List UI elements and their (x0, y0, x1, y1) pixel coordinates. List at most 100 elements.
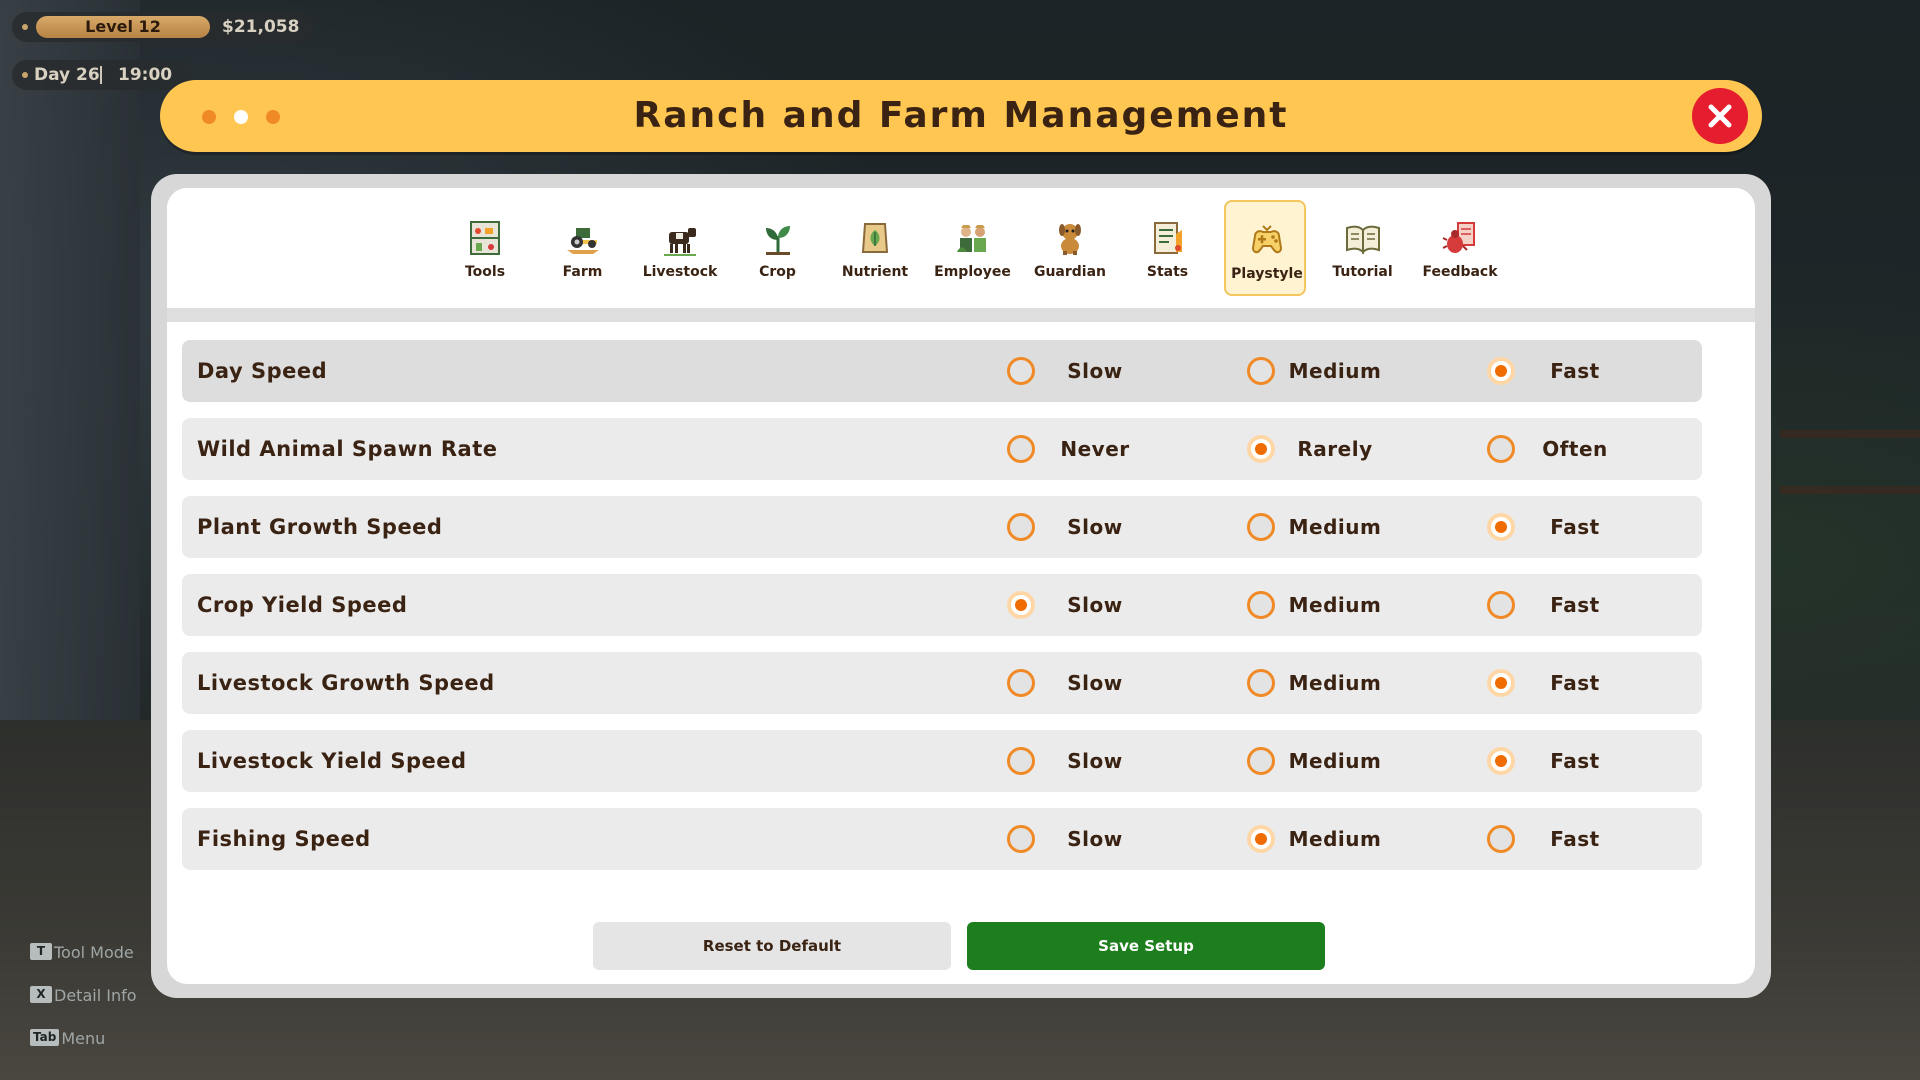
tab-tools[interactable]: Tools (444, 200, 526, 296)
option-label: Medium (1288, 359, 1382, 383)
hint-tool-mode: T Tool Mode (30, 942, 134, 964)
option-label: Fast (1550, 593, 1600, 617)
radio-unselected[interactable] (1007, 747, 1035, 775)
option-label: Often (1542, 437, 1608, 461)
tab-nutrient[interactable]: Nutrient (834, 200, 916, 296)
radio-unselected[interactable] (1247, 669, 1275, 697)
radio-unselected[interactable] (1247, 591, 1275, 619)
hud-dot (22, 24, 28, 30)
tab-employee[interactable]: Employee (932, 200, 1014, 296)
option-label: Fast (1550, 359, 1600, 383)
option-label: Medium (1288, 827, 1382, 851)
option-label: Slow (1067, 749, 1123, 773)
radio-selected[interactable] (1487, 513, 1515, 541)
option-label: Rarely (1297, 437, 1373, 461)
option-label: Medium (1288, 749, 1382, 773)
radio-unselected[interactable] (1487, 825, 1515, 853)
farmers-icon (956, 225, 986, 252)
hint-label: Tool Mode (54, 943, 134, 962)
option-label: Slow (1067, 593, 1123, 617)
book-icon (1345, 225, 1380, 255)
tab-crop[interactable]: Crop (737, 200, 819, 296)
setting-label: Livestock Growth Speed (197, 671, 495, 695)
option-label: Slow (1067, 515, 1123, 539)
setting-row: Fishing Speed Slow Medium Fast (182, 808, 1702, 870)
tab-label: Guardian (1033, 264, 1107, 280)
tab-livestock[interactable]: Livestock (639, 200, 721, 296)
tab-feedback[interactable]: Feedback (1419, 200, 1501, 296)
settings-panel: Tools Farm Livestock Crop Nutrient Employee Gu… (151, 174, 1771, 998)
category-tabs: Tools Farm Livestock Crop Nutrient Employee Gu… (167, 188, 1755, 308)
option-label: Never (1060, 437, 1130, 461)
tab-label: Nutrient (841, 264, 909, 280)
fertilizer-bag-icon (861, 223, 889, 253)
money-display: $21,058 (222, 17, 300, 37)
close-icon (1708, 104, 1732, 128)
divider (100, 66, 102, 84)
tractor-icon (566, 228, 599, 254)
reset-to-default-button[interactable]: Reset to Default (593, 922, 951, 970)
key-cap: Tab (30, 1029, 60, 1046)
hint-menu: Tab Menu (30, 1028, 105, 1050)
tab-label: Livestock (642, 264, 718, 280)
setting-label: Wild Animal Spawn Rate (197, 437, 498, 461)
option-label: Medium (1288, 593, 1382, 617)
setting-row: Plant Growth Speed Slow Medium Fast (182, 496, 1702, 558)
tab-stats[interactable]: Stats (1127, 200, 1209, 296)
radio-unselected[interactable] (1247, 747, 1275, 775)
radio-unselected[interactable] (1247, 357, 1275, 385)
radio-selected[interactable] (1487, 669, 1515, 697)
radio-unselected[interactable] (1007, 357, 1035, 385)
option-label: Medium (1288, 515, 1382, 539)
radio-unselected[interactable] (1487, 591, 1515, 619)
barn-wall (0, 0, 140, 760)
bug-report-icon (1442, 222, 1475, 253)
tab-label: Playstyle (1231, 266, 1303, 282)
key-cap: T (30, 943, 52, 960)
radio-unselected[interactable] (1007, 669, 1035, 697)
tools-shelf-icon (470, 221, 500, 255)
radio-selected[interactable] (1247, 825, 1275, 853)
radio-unselected[interactable] (1007, 513, 1035, 541)
sprout-icon (765, 226, 790, 255)
tab-label: Tutorial (1332, 264, 1393, 280)
tab-label: Employee (934, 264, 1011, 280)
hint-detail-info: X Detail Info (30, 985, 137, 1007)
tab-label: Farm (562, 264, 603, 280)
tab-farm[interactable]: Farm (542, 200, 624, 296)
tab-label: Crop (759, 264, 796, 280)
gamepad-icon (1251, 225, 1283, 254)
window-title-bar: Ranch and Farm Management (160, 80, 1762, 152)
radio-selected[interactable] (1247, 435, 1275, 463)
option-label: Slow (1067, 827, 1123, 851)
tab-tutorial[interactable]: Tutorial (1322, 200, 1404, 296)
option-label: Slow (1067, 359, 1123, 383)
option-label: Fast (1550, 749, 1600, 773)
tab-label: Stats (1146, 264, 1189, 280)
setting-label: Plant Growth Speed (197, 515, 443, 539)
setting-label: Crop Yield Speed (197, 593, 408, 617)
setting-row: Day Speed Slow Medium Fast (182, 340, 1702, 402)
radio-selected[interactable] (1487, 747, 1515, 775)
window-title: Ranch and Farm Management (633, 95, 1289, 136)
option-label: Fast (1550, 671, 1600, 695)
radio-unselected[interactable] (1007, 435, 1035, 463)
setting-row: Livestock Yield Speed Slow Medium Fast (182, 730, 1702, 792)
setting-row: Livestock Growth Speed Slow Medium Fast (182, 652, 1702, 714)
tab-playstyle[interactable]: Playstyle (1224, 200, 1306, 296)
key-cap: X (30, 986, 52, 1003)
setting-label: Day Speed (197, 359, 328, 383)
radio-unselected[interactable] (1487, 435, 1515, 463)
hud-dot (22, 72, 28, 78)
radio-unselected[interactable] (1007, 825, 1035, 853)
fence (1780, 430, 1920, 494)
option-label: Fast (1550, 515, 1600, 539)
close-button[interactable] (1692, 88, 1748, 144)
save-setup-button[interactable]: Save Setup (967, 922, 1325, 970)
radio-selected[interactable] (1487, 357, 1515, 385)
tab-guardian[interactable]: Guardian (1029, 200, 1111, 296)
hint-label: Menu (61, 1029, 106, 1048)
radio-selected[interactable] (1007, 591, 1035, 619)
cow-icon (664, 228, 696, 256)
radio-unselected[interactable] (1247, 513, 1275, 541)
